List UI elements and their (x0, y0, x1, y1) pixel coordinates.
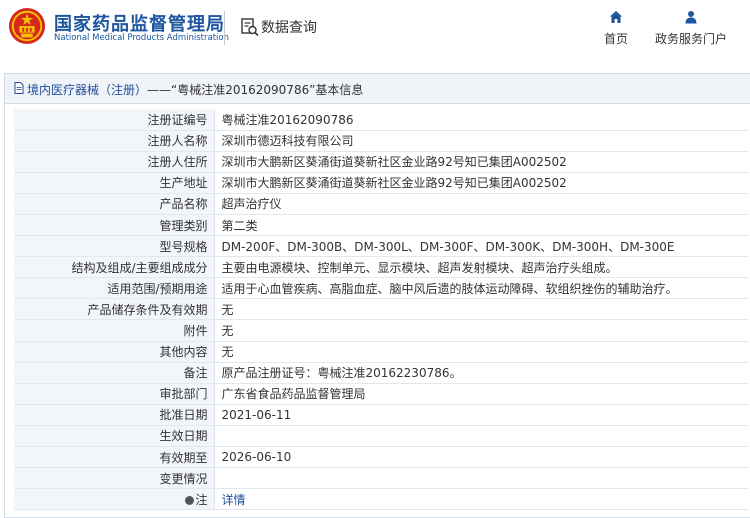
field-label: 结构及组成/主要组成成分 (14, 256, 215, 279)
nav-home-label: 首页 (603, 32, 628, 46)
table-row: 结构及组成/主要组成成分 主要由电源模块、控制单元、显示模块、超声发射模块、超声治… (14, 256, 749, 279)
field-value: 超声治疗仪 (214, 193, 749, 215)
field-label: 管理类别 (14, 214, 215, 237)
field-value: 无 (214, 341, 749, 363)
field-label: 生效日期 (14, 425, 215, 448)
field-value: DM-200F、DM-300B、DM-300L、DM-300F、DM-300K、… (214, 235, 749, 258)
table-row: 产品名称 超声治疗仪 (14, 193, 749, 215)
field-value: 2021-06-11 (214, 404, 749, 426)
field-value: 粤械注准20162090786 (214, 109, 749, 131)
table-row: 生效日期 (14, 425, 749, 448)
table-row: 管理类别 第二类 (14, 214, 749, 237)
national-emblem-icon (8, 7, 46, 45)
field-value: 无 (214, 319, 749, 342)
home-icon (610, 11, 622, 23)
field-value: 无 (214, 298, 749, 321)
table-row: 变更情况 (14, 467, 749, 490)
nav-services-label: 政务服务门户 (654, 32, 727, 46)
field-value: 主要由电源模块、控制单元、显示模块、超声发射模块、超声治疗头组成。 (214, 256, 749, 279)
field-label: 审批部门 (14, 383, 215, 405)
table-row: 备注 原产品注册证号：粤械注准20162230786。 (14, 362, 749, 384)
field-label: 型号规格 (14, 235, 215, 258)
field-label: 注册证编号 (14, 109, 215, 131)
nav-services[interactable]: 政务服务门户 (651, 10, 731, 47)
logo-subtitle: National Medical Products Administration (54, 33, 229, 43)
header-divider (224, 11, 225, 45)
field-value: 适用于心血管疾病、高脂血症、脑中风后遗的肢体运动障碍、软组织挫伤的辅助治疗。 (214, 277, 749, 300)
table-row: 生产地址 深圳市大鹏新区葵涌街道葵新社区金业路92号知已集团A002502 (14, 172, 749, 194)
field-value: 原产品注册证号：粤械注准20162230786。 (214, 362, 749, 384)
field-value (214, 425, 749, 448)
field-label: 生产地址 (14, 172, 215, 194)
table-row: 附件无 (14, 319, 749, 342)
details-link[interactable]: 详情 (214, 488, 749, 511)
detail-panel: 境内医疗器械（注册）——“粤械注准20162090786”基本信息 注册证编号粤… (4, 73, 750, 518)
field-label: 其他内容 (14, 341, 215, 363)
field-label: 备注 (14, 362, 215, 384)
bulb-icon (185, 495, 195, 505)
table-row: 注册人名称 深圳市德迈科技有限公司 (14, 130, 749, 152)
table-row: 产品储存条件及有效期无 (14, 298, 749, 321)
table-row: 注册证编号 粤械注准20162090786 (14, 109, 749, 131)
field-label: 产品名称 (14, 193, 215, 215)
field-label: 注册人住所 (14, 151, 215, 173)
table-row: 审批部门 广东省食品药品监督管理局 (14, 383, 749, 405)
field-label: 变更情况 (14, 467, 215, 490)
data-query-title: 数据查询 (261, 20, 317, 36)
table-row: 其他内容无 (14, 341, 749, 363)
document-icon (14, 82, 24, 94)
field-value (214, 467, 749, 490)
field-value: 深圳市大鹏新区葵涌街道葵新社区金业路92号知已集团A002502 (214, 172, 749, 194)
field-value: 广东省食品药品监督管理局 (214, 383, 749, 405)
panel-header: 境内医疗器械（注册）——“粤械注准20162090786”基本信息 (5, 74, 750, 104)
table-row: 有效期至 2026-06-10 (14, 446, 749, 469)
nav-home[interactable]: 首页 (598, 10, 634, 47)
field-value: 深圳市大鹏新区葵涌街道葵新社区金业路92号知已集团A002502 (214, 151, 749, 173)
table-row-note: 注详情 (14, 488, 749, 511)
search-doc-icon (241, 18, 259, 37)
breadcrumb-record-title: ——“粤械注准20162090786”基本信息 (147, 83, 364, 97)
detail-table: 注册证编号 粤械注准20162090786 注册人名称 深圳市德迈科技有限公司 注册人住… (14, 109, 749, 511)
table-row: 型号规格 DM-200F、DM-300B、DM-300L、DM-300F、DM-3… (14, 235, 749, 258)
table-row: 批准日期 2021-06-11 (14, 404, 749, 426)
field-label: 产品储存条件及有效期 (14, 298, 215, 321)
panel-title: 境内医疗器械（注册）——“粤械注准20162090786”基本信息 (27, 81, 363, 98)
field-value: 深圳市德迈科技有限公司 (214, 130, 749, 152)
note-label: 注 (195, 492, 208, 507)
field-label: 注册人名称 (14, 130, 215, 152)
field-label: 适用范围/预期用途 (14, 277, 215, 300)
field-label: 附件 (14, 319, 215, 342)
field-label-note: 注 (14, 488, 215, 511)
field-value: 第二类 (214, 214, 749, 237)
table-row: 注册人住所 深圳市大鹏新区葵涌街道葵新社区金业路92号知已集团A002502 (14, 151, 749, 173)
table-row: 适用范围/预期用途 适用于心血管疾病、高脂血症、脑中风后遗的肢体运动障碍、软组织挫… (14, 277, 749, 300)
breadcrumb-category-link[interactable]: 境内医疗器械（注册） (27, 83, 147, 97)
field-label: 批准日期 (14, 404, 215, 426)
field-value: 2026-06-10 (214, 446, 749, 469)
site-header: 国家药品监督管理局 National Medical Products Admi… (0, 0, 750, 58)
field-label: 有效期至 (14, 446, 215, 469)
person-icon (685, 11, 697, 24)
